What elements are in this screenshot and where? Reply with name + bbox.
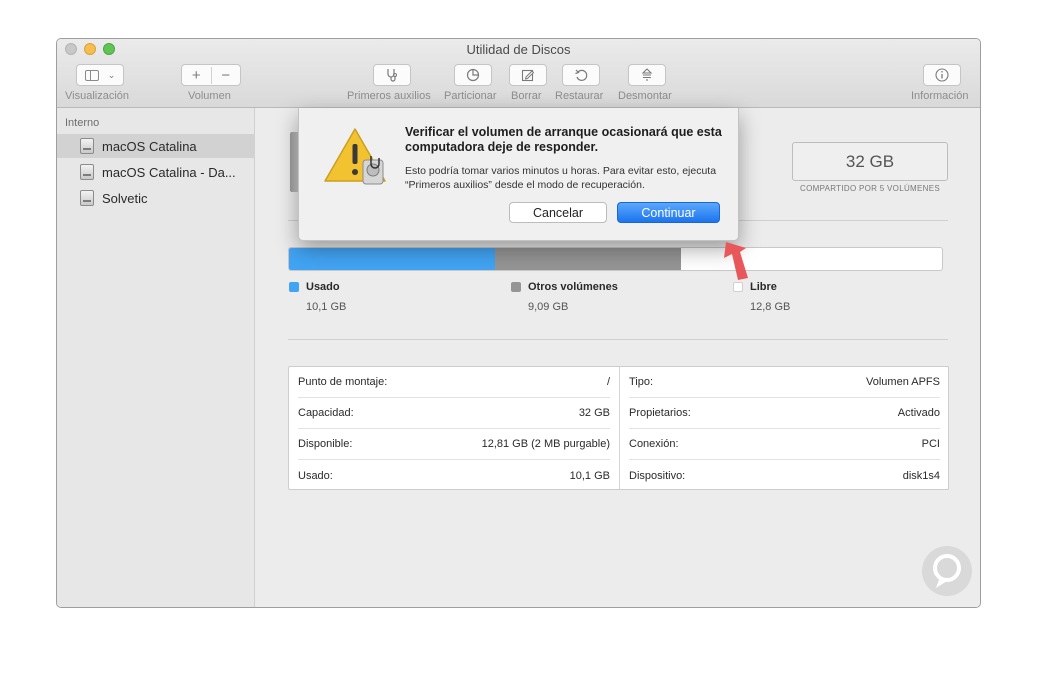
unmount-button[interactable]	[628, 64, 666, 86]
info-key: Capacidad:	[298, 407, 354, 419]
first-aid-label: Primeros auxilios	[347, 90, 431, 102]
info-key: Tipo:	[629, 376, 654, 388]
legend-value: 9,09 GB	[528, 301, 569, 313]
disk-icon	[80, 190, 94, 206]
first-aid-button[interactable]	[373, 64, 411, 86]
sidebar-item-label: Solvetic	[102, 190, 148, 206]
info-row-available: Disponible: 12,81 GB (2 MB purgable)	[298, 429, 610, 460]
alert-dialog: Verificar el volumen de arranque ocasion…	[298, 108, 739, 241]
remove-volume-button[interactable]: −	[212, 67, 241, 84]
add-volume-button[interactable]: +	[182, 66, 212, 84]
info-row-capacity: Capacidad: 32 GB	[298, 398, 610, 429]
legend-name: Otros volúmenes	[528, 281, 618, 293]
unmount-label: Desmontar	[618, 90, 672, 102]
info-label: Información	[911, 90, 969, 102]
legend-swatch-used	[289, 282, 299, 292]
info-row-device: Dispositivo: disk1s4	[629, 460, 940, 491]
titlebar-toolbar: Utilidad de Discos ⌄ Visualización + − V…	[57, 39, 980, 108]
sidebar-item-label: macOS Catalina	[102, 138, 197, 154]
sidebar: Interno macOS Catalina macOS Catalina - …	[57, 108, 255, 607]
disk-icon	[80, 164, 94, 180]
dialog-message: Esto podría tomar varios minutos u horas…	[405, 165, 717, 191]
info-key: Conexión:	[629, 438, 679, 450]
info-column-left: Punto de montaje: / Capacidad: 32 GB Dis…	[289, 367, 619, 489]
info-icon	[935, 68, 949, 82]
stethoscope-icon	[387, 69, 397, 82]
sidebar-item-label: macOS Catalina - Da...	[102, 164, 236, 180]
info-value: disk1s4	[902, 469, 940, 482]
restore-label: Restaurar	[555, 90, 604, 102]
warning-icon	[324, 128, 386, 185]
volume-button-group: + −	[181, 64, 241, 86]
info-row-type: Tipo: Volumen APFS	[629, 367, 940, 398]
legend-swatch-other	[511, 282, 521, 292]
view-label: Visualización	[65, 90, 130, 102]
info-key: Dispositivo:	[629, 469, 686, 482]
cancel-button[interactable]: Cancelar	[509, 202, 607, 223]
usage-bar-used	[289, 248, 496, 270]
info-column-right: Tipo: Volumen APFS Propietarios: Activad…	[619, 367, 949, 489]
legend-name: Usado	[306, 281, 340, 293]
erase-label: Borrar	[511, 90, 542, 102]
capacity-box: 32 GB	[792, 142, 948, 181]
eject-icon	[641, 68, 653, 81]
continue-button[interactable]: Continuar	[617, 202, 720, 223]
info-row-owners: Propietarios: Activado	[629, 398, 940, 429]
sidebar-item-macos-catalina-data[interactable]: macOS Catalina - Da...	[57, 160, 255, 184]
restore-arrow-icon	[575, 69, 588, 81]
divider	[288, 339, 948, 340]
usage-bar-other	[495, 248, 681, 270]
sidebar-section-internal: Interno	[65, 117, 100, 129]
legend-value: 10,1 GB	[306, 301, 347, 313]
info-key: Propietarios:	[629, 407, 691, 419]
pie-chart-icon	[466, 68, 480, 82]
info-key: Punto de montaje:	[298, 376, 388, 388]
info-value: Volumen APFS	[866, 376, 940, 388]
legend-value: 12,8 GB	[750, 301, 791, 313]
volume-info-table: Punto de montaje: / Capacidad: 32 GB Dis…	[288, 366, 949, 490]
window-title: Utilidad de Discos	[466, 42, 571, 57]
chevron-down-icon: ⌄	[107, 69, 116, 80]
partition-label: Particionar	[444, 90, 497, 102]
info-key: Disponible:	[298, 438, 353, 450]
partition-button[interactable]	[454, 64, 492, 86]
usage-bar	[288, 247, 943, 271]
volume-label: Volumen	[188, 90, 231, 102]
info-value: PCI	[921, 438, 940, 450]
disk-icon	[80, 138, 94, 154]
view-button[interactable]: ⌄	[76, 64, 124, 86]
sidebar-item-solvetic[interactable]: Solvetic	[57, 186, 255, 210]
sidebar-view-icon	[84, 69, 99, 81]
info-value: 12,81 GB (2 MB purgable)	[481, 438, 610, 450]
annotation-arrow-icon	[724, 242, 748, 280]
info-value: 10,1 GB	[569, 469, 610, 482]
info-row-mount-point: Punto de montaje: /	[298, 367, 610, 398]
info-row-used: Usado: 10,1 GB	[298, 460, 610, 491]
shared-volumes-note: COMPARTIDO POR 5 VOLÚMENES	[800, 184, 940, 193]
dialog-title: Verificar el volumen de arranque ocasion…	[405, 125, 722, 154]
restore-button[interactable]	[562, 64, 600, 86]
info-key: Usado:	[298, 469, 333, 482]
info-row-connection: Conexión: PCI	[629, 429, 940, 460]
sidebar-item-macos-catalina[interactable]: macOS Catalina	[57, 134, 255, 158]
pencil-icon	[521, 69, 535, 82]
erase-button[interactable]	[509, 64, 547, 86]
info-value: /	[606, 376, 610, 388]
info-value: 32 GB	[578, 407, 610, 419]
info-button[interactable]	[923, 64, 961, 86]
info-value: Activado	[897, 407, 940, 419]
solvetic-logo	[922, 546, 972, 596]
